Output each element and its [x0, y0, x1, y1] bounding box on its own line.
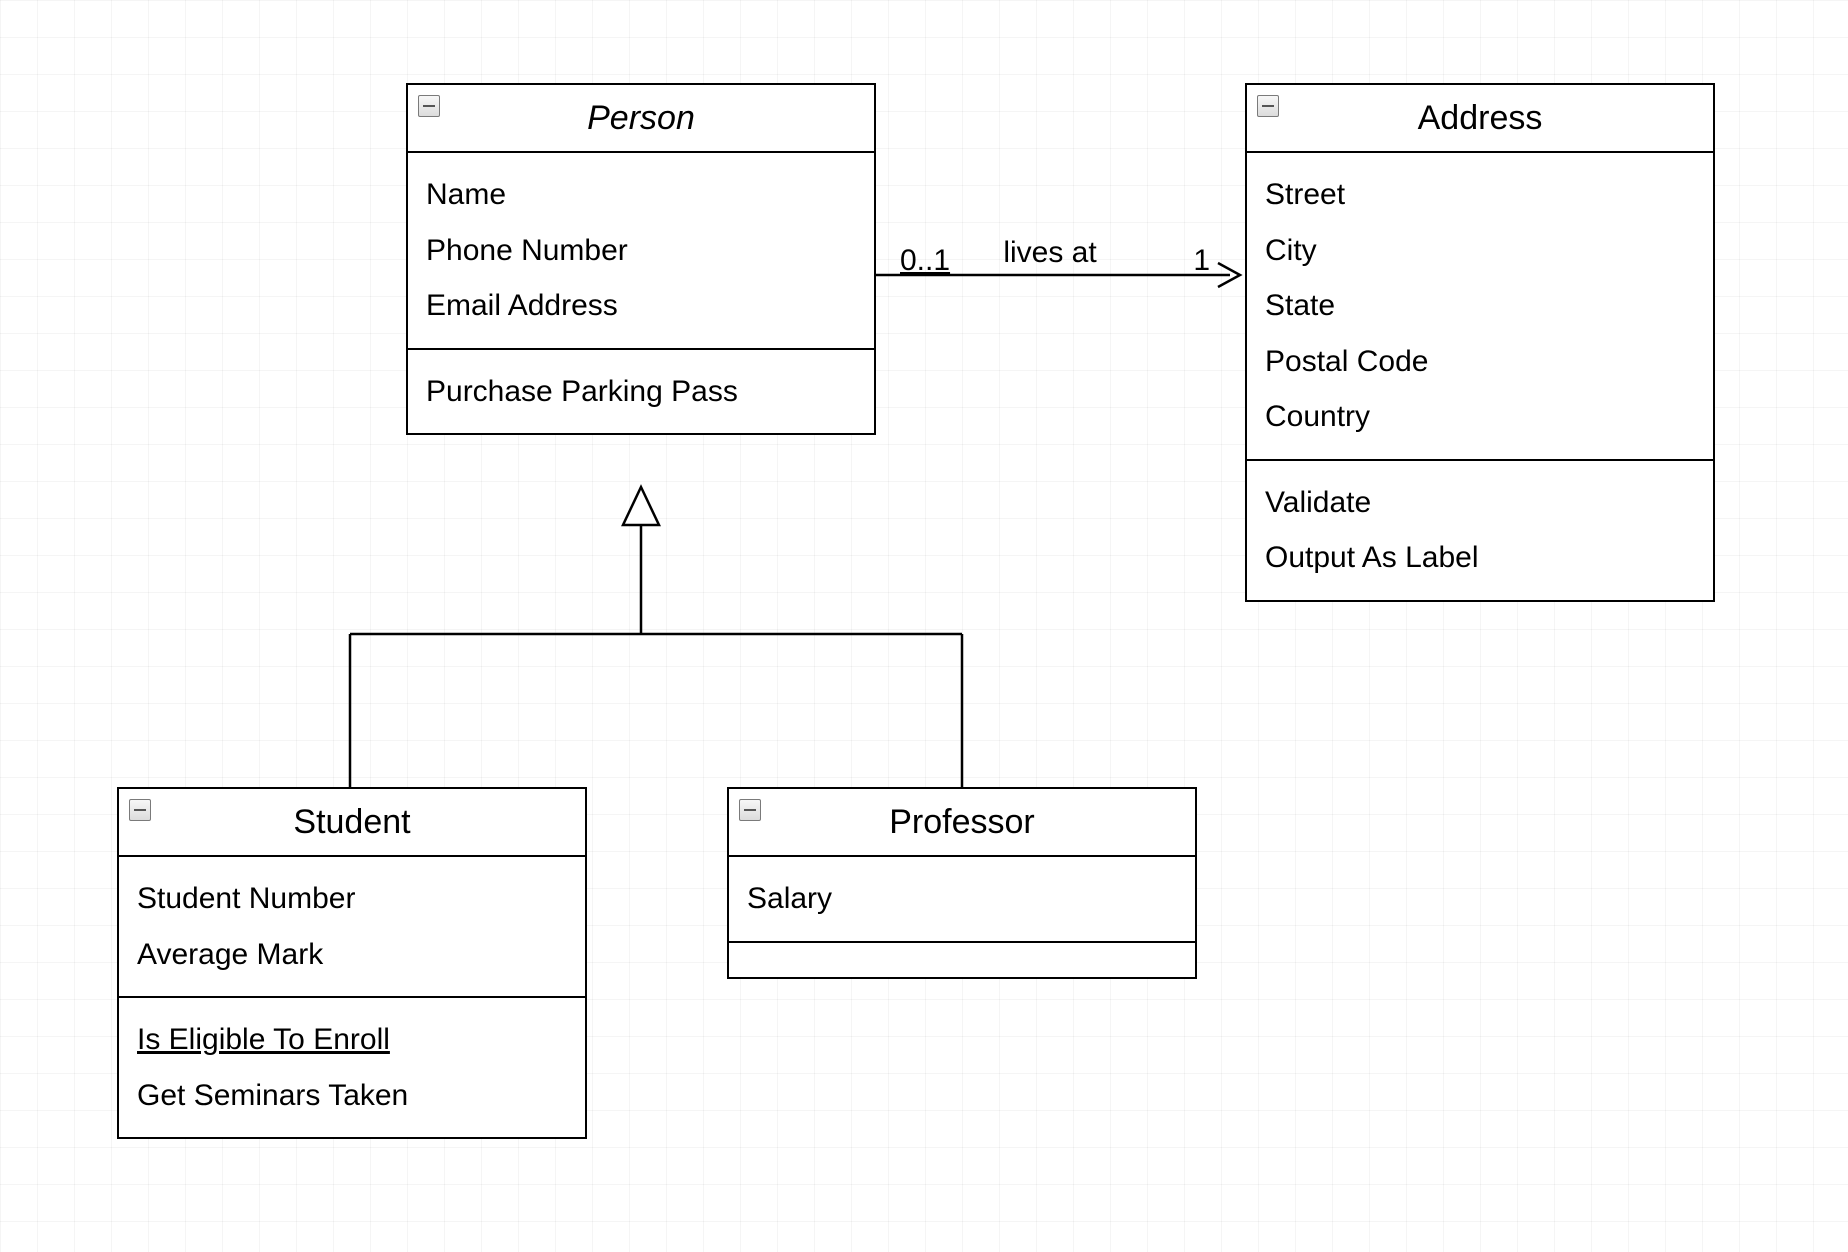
- attribute: Country: [1265, 389, 1695, 445]
- collapse-icon[interactable]: [739, 799, 761, 821]
- collapse-icon[interactable]: [129, 799, 151, 821]
- class-title: Professor: [729, 789, 1195, 857]
- attribute: Student Number: [137, 871, 567, 927]
- attributes-section: Street City State Postal Code Country: [1247, 153, 1713, 461]
- operation: Output As Label: [1265, 530, 1695, 586]
- class-professor[interactable]: Professor Salary: [727, 787, 1197, 979]
- attribute: State: [1265, 278, 1695, 334]
- class-address[interactable]: Address Street City State Postal Code Co…: [1245, 83, 1715, 602]
- class-title: Student: [119, 789, 585, 857]
- collapse-icon[interactable]: [418, 95, 440, 117]
- operation: Purchase Parking Pass: [426, 364, 856, 420]
- association-person-address: 0..1 lives at 1: [876, 236, 1240, 287]
- association-label: lives at: [1003, 236, 1097, 269]
- class-name: Student: [293, 803, 410, 841]
- operations-section: Validate Output As Label: [1247, 461, 1713, 600]
- attribute: Salary: [747, 871, 1177, 927]
- generalization-tree: [350, 487, 962, 787]
- multiplicity-target: 1: [1193, 244, 1210, 277]
- class-name: Address: [1418, 99, 1543, 137]
- attributes-section: Salary: [729, 857, 1195, 943]
- class-student[interactable]: Student Student Number Average Mark Is E…: [117, 787, 587, 1139]
- operations-section: [729, 943, 1195, 977]
- attribute: Average Mark: [137, 927, 567, 983]
- multiplicity-source: 0..1: [900, 244, 950, 277]
- operations-section: Is Eligible To Enroll Get Seminars Taken: [119, 998, 585, 1137]
- attribute: Phone Number: [426, 223, 856, 279]
- operation: Is Eligible To Enroll: [137, 1012, 567, 1068]
- attributes-section: Name Phone Number Email Address: [408, 153, 874, 350]
- operation: Validate: [1265, 475, 1695, 531]
- class-title: Person: [408, 85, 874, 153]
- class-person[interactable]: Person Name Phone Number Email Address P…: [406, 83, 876, 435]
- collapse-icon[interactable]: [1257, 95, 1279, 117]
- attribute: Postal Code: [1265, 334, 1695, 390]
- class-name: Professor: [889, 803, 1035, 841]
- attribute: Street: [1265, 167, 1695, 223]
- attributes-section: Student Number Average Mark: [119, 857, 585, 998]
- class-title: Address: [1247, 85, 1713, 153]
- operations-section: Purchase Parking Pass: [408, 350, 874, 434]
- class-name: Person: [587, 99, 695, 137]
- attribute: Email Address: [426, 278, 856, 334]
- diagram-stage: Person Name Phone Number Email Address P…: [0, 0, 1848, 1252]
- attribute: Name: [426, 167, 856, 223]
- operation: Get Seminars Taken: [137, 1068, 567, 1124]
- attribute: City: [1265, 223, 1695, 279]
